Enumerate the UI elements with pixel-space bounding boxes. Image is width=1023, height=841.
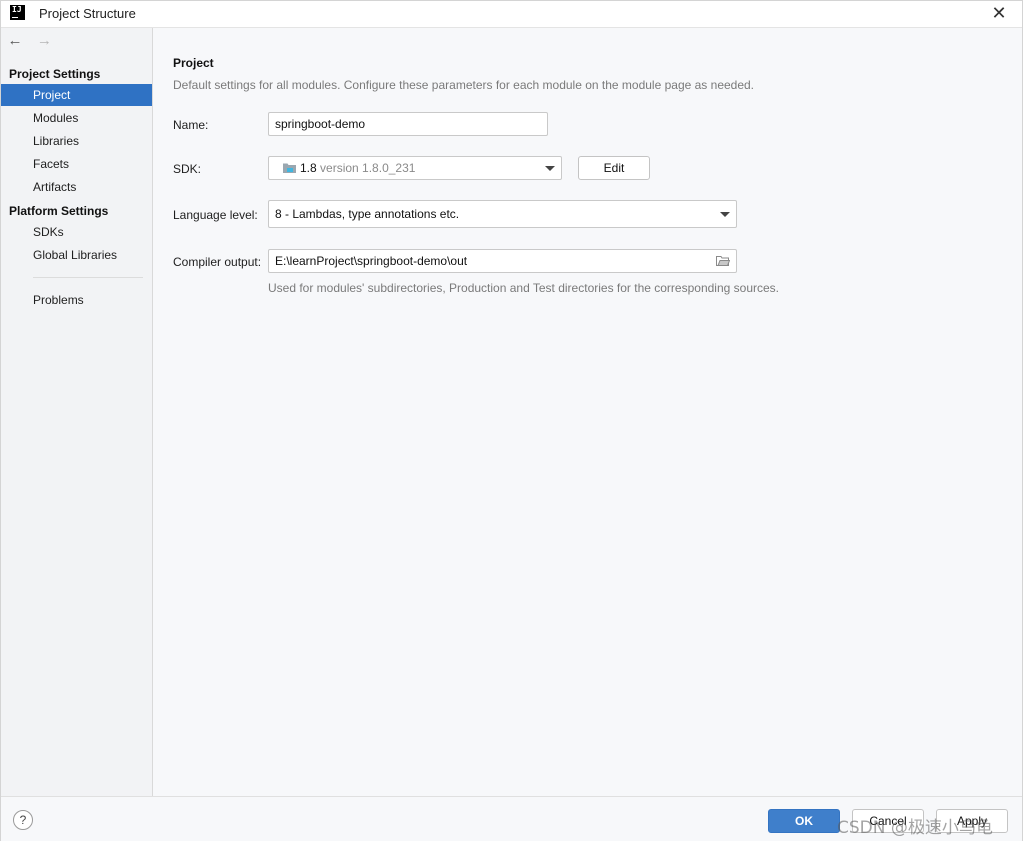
compiler-output-hint: Used for modules' subdirectories, Produc… <box>268 281 779 295</box>
forward-arrow-icon[interactable]: → <box>35 33 53 51</box>
sidebar-divider <box>33 277 143 278</box>
sdk-version: version 1.8.0_231 <box>320 161 416 175</box>
sidebar-item-libraries[interactable]: Libraries <box>1 130 152 152</box>
sidebar-item-artifacts[interactable]: Artifacts <box>1 176 152 198</box>
section-title: Project <box>173 56 214 70</box>
apply-button[interactable]: Apply <box>936 809 1008 833</box>
ok-button[interactable]: OK <box>768 809 840 833</box>
sidebar-item-project[interactable]: Project <box>1 84 152 106</box>
close-icon[interactable]: ✕ <box>990 4 1008 22</box>
sidebar-item-modules[interactable]: Modules <box>1 107 152 129</box>
sidebar-item-facets[interactable]: Facets <box>1 153 152 175</box>
compiler-output-label: Compiler output: <box>173 255 262 269</box>
compiler-output-value: E:\learnProject\springboot-demo\out <box>275 254 468 268</box>
title-bar: IJ Project Structure ✕ <box>1 1 1022 28</box>
help-icon[interactable]: ? <box>13 810 33 830</box>
dialog-footer: ? OK Cancel Apply CSDN @极速小乌龟 <box>1 796 1022 841</box>
nav-arrows: ← → <box>6 33 61 51</box>
window-title: Project Structure <box>39 6 136 21</box>
name-input[interactable] <box>268 112 548 136</box>
language-level-label: Language level: <box>173 208 258 222</box>
sidebar: ← → Project Settings Project Modules Lib… <box>1 28 153 796</box>
sdk-name: 1.8 <box>300 161 317 175</box>
sidebar-item-sdks[interactable]: SDKs <box>1 221 152 243</box>
chevron-down-icon <box>545 166 555 171</box>
sdk-dropdown[interactable]: 1.8 version 1.8.0_231 <box>268 156 562 180</box>
language-level-dropdown[interactable]: 8 - Lambdas, type annotations etc. <box>268 200 737 228</box>
back-arrow-icon[interactable]: ← <box>6 33 24 51</box>
project-settings-header: Project Settings <box>9 67 101 81</box>
section-description: Default settings for all modules. Config… <box>173 78 755 92</box>
sidebar-item-global-libraries[interactable]: Global Libraries <box>1 244 152 266</box>
name-label: Name: <box>173 118 209 132</box>
cancel-button[interactable]: Cancel <box>852 809 924 833</box>
project-settings-panel: Project Default settings for all modules… <box>153 28 1022 796</box>
chevron-down-icon <box>720 212 730 217</box>
platform-settings-header: Platform Settings <box>9 204 109 218</box>
sidebar-item-problems[interactable]: Problems <box>1 289 152 311</box>
project-structure-dialog: IJ Project Structure ✕ ← → Project Setti… <box>0 0 1023 841</box>
browse-folder-icon[interactable] <box>716 255 730 267</box>
sdk-folder-icon <box>283 163 296 173</box>
edit-sdk-button[interactable]: Edit <box>578 156 650 180</box>
language-level-value: 8 - Lambdas, type annotations etc. <box>275 207 460 221</box>
sdk-label: SDK: <box>173 162 202 176</box>
compiler-output-field[interactable]: E:\learnProject\springboot-demo\out <box>268 249 737 273</box>
intellij-logo-icon: IJ <box>10 5 25 20</box>
